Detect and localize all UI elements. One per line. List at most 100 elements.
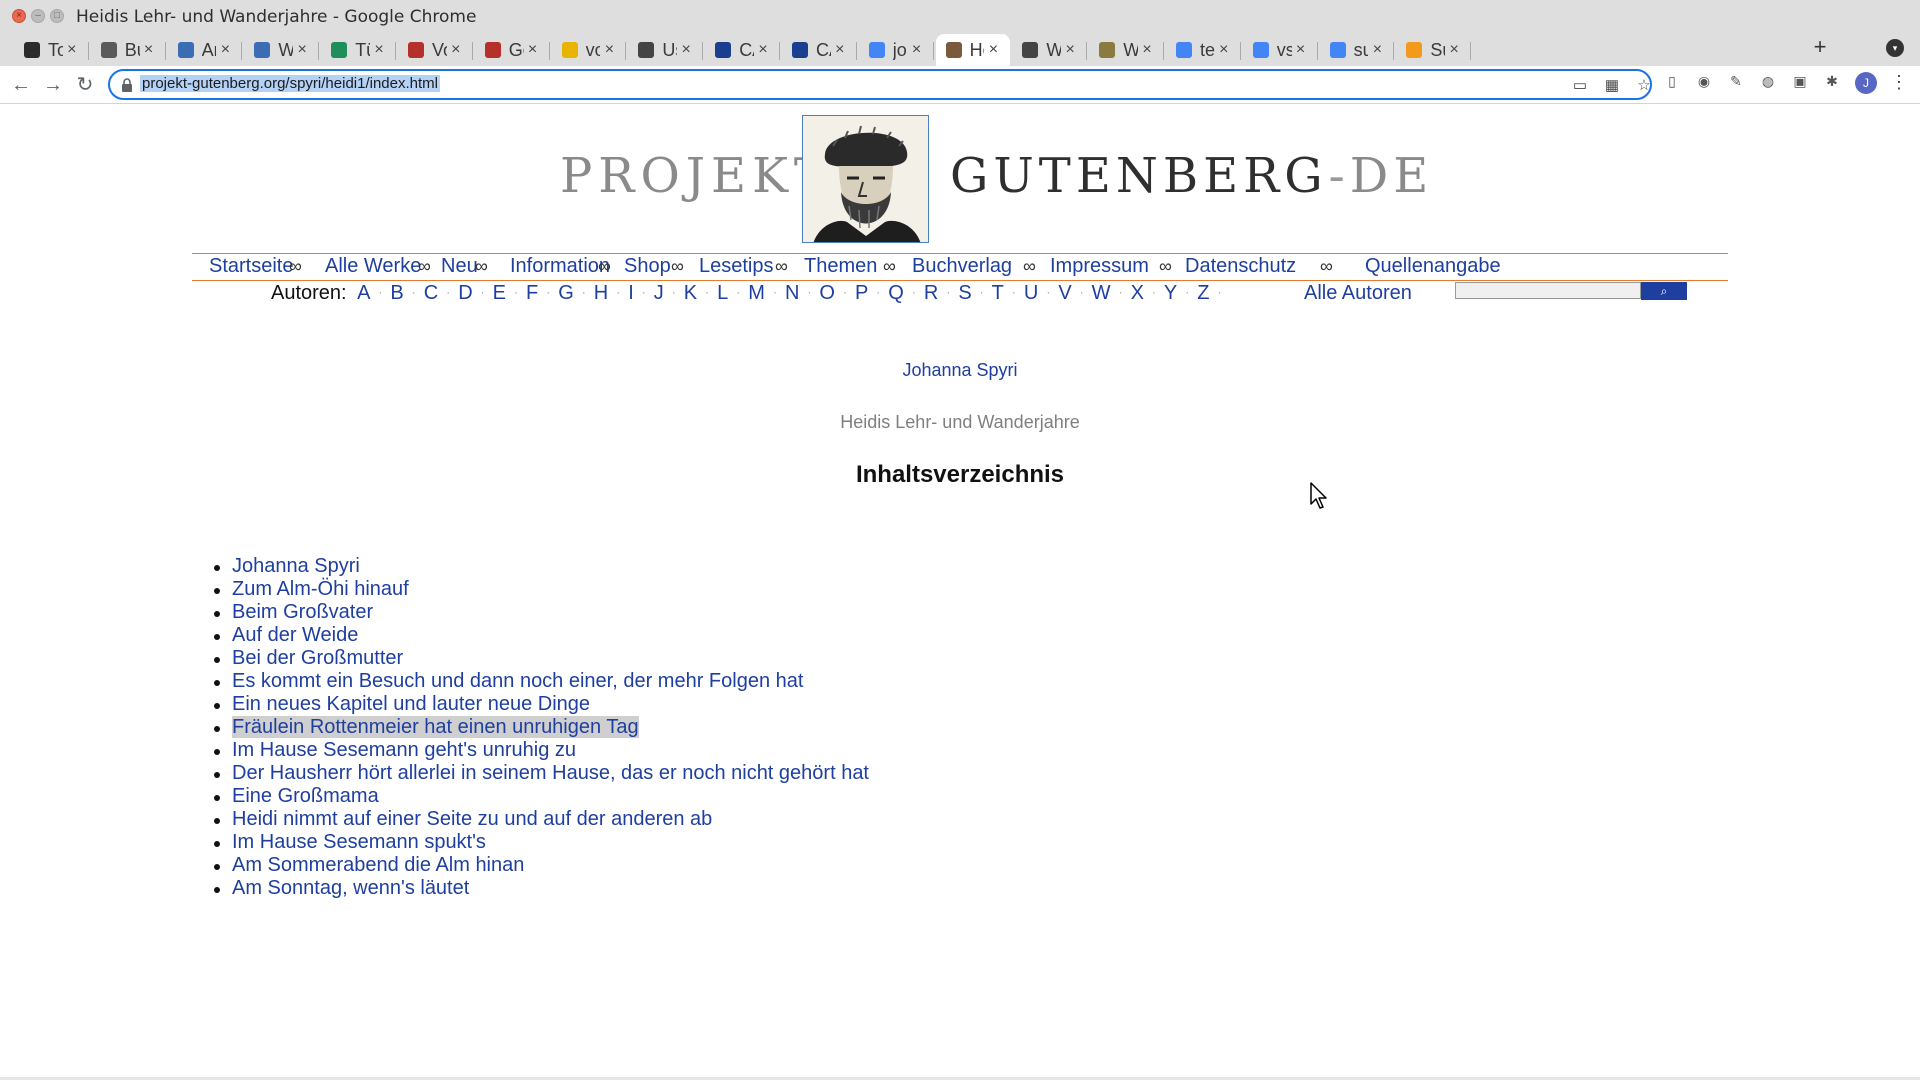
tab-close-icon[interactable]: × <box>1215 41 1233 59</box>
toc-chapter-link[interactable]: Beim Großvater <box>232 601 373 623</box>
window-minimize-button[interactable]: – <box>31 9 45 23</box>
browser-tab[interactable]: Wel× <box>244 34 319 66</box>
author-letter-link[interactable]: R <box>924 282 938 304</box>
tab-close-icon[interactable]: × <box>754 41 772 59</box>
tab-close-icon[interactable]: × <box>447 41 465 59</box>
nav-information[interactable]: Information <box>510 255 610 278</box>
bookmark-star-icon[interactable]: ☆ <box>1634 76 1654 96</box>
tab-close-icon[interactable]: × <box>677 41 695 59</box>
nav-alle-werke[interactable]: Alle Werke <box>325 255 421 278</box>
profile-avatar[interactable]: J <box>1855 72 1877 94</box>
reader-extension-icon[interactable]: ▯ <box>1662 71 1682 91</box>
author-letter-link[interactable]: J <box>654 282 664 304</box>
tab-close-icon[interactable]: × <box>984 41 1002 59</box>
browser-tab[interactable]: Sub× <box>1396 34 1471 66</box>
qr-code-icon[interactable]: ▦ <box>1602 76 1622 96</box>
nav-startseite[interactable]: Startseite <box>209 255 293 278</box>
author-letter-link[interactable]: U <box>1024 282 1038 304</box>
author-letter-link[interactable]: P <box>855 282 868 304</box>
script-extension-icon[interactable]: ✎ <box>1726 71 1746 91</box>
toc-chapter-link[interactable]: Es kommt ein Besuch und dann noch einer,… <box>232 670 803 692</box>
author-letter-link[interactable]: S <box>958 282 971 304</box>
author-letter-link[interactable]: X <box>1131 282 1144 304</box>
browser-tab[interactable]: Tod× <box>14 34 89 66</box>
tab-close-icon[interactable]: × <box>370 41 388 59</box>
author-letter-link[interactable]: Q <box>888 282 904 304</box>
browser-tab[interactable]: Usir× <box>628 34 703 66</box>
forward-button[interactable]: → <box>40 72 66 98</box>
tab-search-icon[interactable]: ▾ <box>1886 39 1904 57</box>
browser-tab[interactable]: Get× <box>475 34 550 66</box>
nav-buchverlag[interactable]: Buchverlag <box>912 255 1012 278</box>
browser-tab[interactable]: TüN× <box>321 34 396 66</box>
color-extension-icon[interactable]: ◍ <box>1758 71 1778 91</box>
browser-tab[interactable]: vsc× <box>1243 34 1318 66</box>
search-button[interactable]: ⌕ <box>1641 282 1687 300</box>
author-letter-link[interactable]: Z <box>1197 282 1209 304</box>
author-letter-link[interactable]: I <box>628 282 634 304</box>
reload-button[interactable]: ↻ <box>72 72 98 98</box>
author-letter-link[interactable]: L <box>717 282 728 304</box>
tab-close-icon[interactable]: × <box>1138 41 1156 59</box>
author-letter-link[interactable]: W <box>1092 282 1111 304</box>
extensions-icon[interactable]: ✱ <box>1822 71 1842 91</box>
tab-close-icon[interactable]: × <box>293 41 311 59</box>
tab-close-icon[interactable]: × <box>216 41 234 59</box>
author-name-link[interactable]: Johanna Spyri <box>0 360 1920 381</box>
logo-text-gutenberg[interactable]: GUTENBERG-DE <box>950 148 1433 204</box>
toc-chapter-link[interactable]: Auf der Weide <box>232 624 358 646</box>
tampermonkey-extension-icon[interactable]: ◉ <box>1694 71 1714 91</box>
browser-tab[interactable]: Voy× <box>398 34 473 66</box>
toc-chapter-link[interactable]: Eine Großmama <box>232 785 379 807</box>
tab-close-icon[interactable]: × <box>908 41 926 59</box>
author-letter-link[interactable]: B <box>390 282 403 304</box>
toc-chapter-link[interactable]: Heidi nimmt auf einer Seite zu und auf d… <box>232 808 712 830</box>
window-maximize-button[interactable]: □ <box>50 9 64 23</box>
toc-chapter-link[interactable]: Fräulein Rottenmeier hat einen unruhigen… <box>232 716 639 738</box>
browser-tab[interactable]: Wel× <box>1089 34 1164 66</box>
browser-tab[interactable]: joha× <box>859 34 934 66</box>
nav-neu[interactable]: Neu <box>441 255 478 278</box>
tab-close-icon[interactable]: × <box>524 41 542 59</box>
url-text[interactable]: projekt-gutenberg.org/spyri/heidi1/index… <box>140 75 440 92</box>
toc-chapter-link[interactable]: Der Hausherr hört allerlei in seinem Hau… <box>232 762 869 784</box>
author-letter-link[interactable]: V <box>1058 282 1071 304</box>
back-button[interactable]: ← <box>8 72 34 98</box>
author-letter-link[interactable]: M <box>748 282 765 304</box>
toc-chapter-link[interactable]: Bei der Großmutter <box>232 647 403 669</box>
new-tab-button[interactable]: + <box>1808 36 1832 60</box>
toc-chapter-link[interactable]: Ein neues Kapitel und lauter neue Dinge <box>232 693 590 715</box>
browser-tab[interactable]: Wel× <box>1012 34 1087 66</box>
author-letter-link[interactable]: E <box>493 282 506 304</box>
author-letter-link[interactable]: G <box>558 282 574 304</box>
author-letter-link[interactable]: N <box>785 282 799 304</box>
gutenberg-portrait-logo[interactable] <box>802 115 929 243</box>
tab-close-icon[interactable]: × <box>831 41 849 59</box>
toc-chapter-link[interactable]: Am Sonntag, wenn's läutet <box>232 877 469 899</box>
nav-shop[interactable]: Shop <box>624 255 671 278</box>
puzzle-extension-icon[interactable]: ▣ <box>1790 71 1810 91</box>
browser-tab[interactable]: text× <box>1166 34 1241 66</box>
nav-quellenangabe[interactable]: Quellenangabe <box>1365 255 1501 278</box>
author-letter-link[interactable]: D <box>458 282 472 304</box>
logo-text-projekt[interactable]: PROJEKT <box>560 148 832 204</box>
tab-close-icon[interactable]: × <box>140 41 158 59</box>
site-search-input[interactable] <box>1455 282 1641 299</box>
author-letter-link[interactable]: A <box>357 282 370 304</box>
browser-tab[interactable]: Buc× <box>91 34 166 66</box>
author-letter-link[interactable]: H <box>594 282 608 304</box>
browser-tab[interactable]: Hei× <box>935 34 1011 66</box>
nav-datenschutz[interactable]: Datenschutz <box>1185 255 1296 278</box>
toc-chapter-link[interactable]: Im Hause Sesemann spukt's <box>232 831 486 853</box>
toc-chapter-link[interactable]: Zum Alm-Öhi hinauf <box>232 578 409 600</box>
address-bar[interactable]: projekt-gutenberg.org/spyri/heidi1/index… <box>108 69 1652 100</box>
browser-tab[interactable]: Ann× <box>168 34 243 66</box>
browser-tab[interactable]: voy× <box>552 34 627 66</box>
tab-close-icon[interactable]: × <box>1445 41 1463 59</box>
author-letter-link[interactable]: F <box>526 282 538 304</box>
author-letter-link[interactable]: O <box>819 282 835 304</box>
browser-tab[interactable]: sub× <box>1320 34 1395 66</box>
tab-close-icon[interactable]: × <box>600 41 618 59</box>
author-letter-link[interactable]: T <box>992 282 1004 304</box>
browser-tab[interactable]: CAT× <box>782 34 857 66</box>
